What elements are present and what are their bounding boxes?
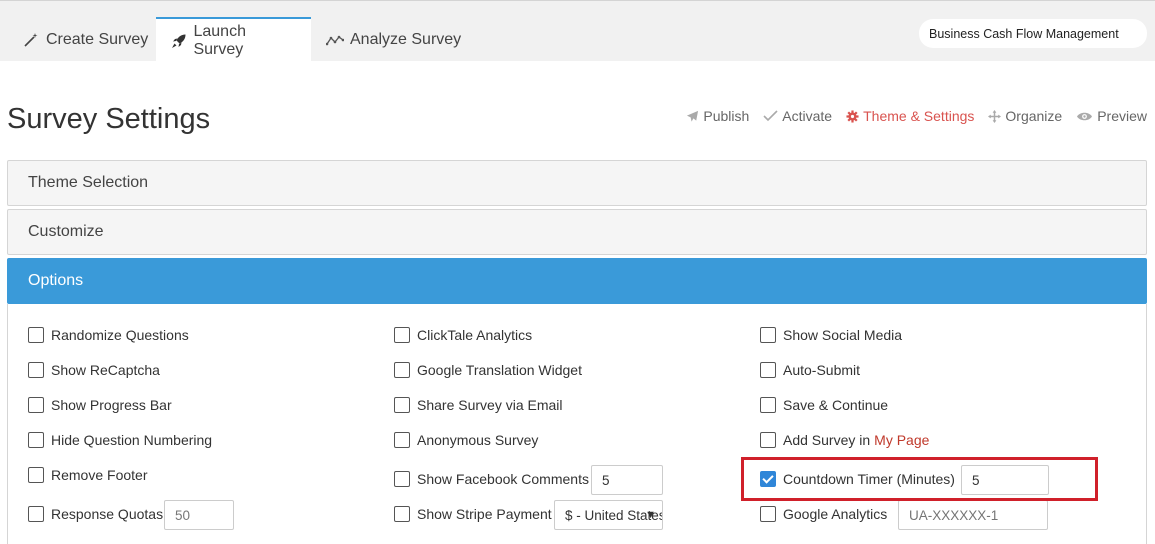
clicktale-analytics-label: ClickTale Analytics	[417, 327, 533, 343]
option-anonymous-survey: Anonymous Survey	[394, 432, 538, 448]
option-google-analytics: Google Analytics	[760, 506, 887, 522]
google-analytics-checkbox[interactable]	[760, 506, 776, 522]
randomize-questions-checkbox[interactable]	[28, 327, 44, 343]
step-preview-label: Preview	[1097, 108, 1147, 124]
response-quotas-checkbox[interactable]	[28, 506, 44, 522]
option-show-stripe-payment: Show Stripe Payment	[394, 506, 552, 522]
tab-create-survey[interactable]: Create Survey	[8, 17, 162, 62]
rocket-icon	[170, 32, 187, 50]
step-organize-label: Organize	[1005, 108, 1063, 124]
step-publish-label: Publish	[703, 108, 750, 124]
response-quotas-label: Response Quotas	[51, 506, 164, 522]
anonymous-survey-checkbox[interactable]	[394, 432, 410, 448]
step-preview[interactable]: Preview	[1076, 108, 1147, 124]
facebook-comments-input[interactable]	[591, 465, 663, 495]
show-recaptcha-checkbox[interactable]	[28, 362, 44, 378]
option-randomize-questions: Randomize Questions	[28, 327, 189, 343]
save-continue-label: Save & Continue	[783, 397, 889, 413]
stripe-currency-select[interactable]: $ - United States ▼	[554, 500, 663, 530]
step-theme-settings-label: Theme & Settings	[863, 108, 975, 124]
countdown-timer-highlight	[741, 457, 1098, 501]
option-show-progress-bar: Show Progress Bar	[28, 397, 172, 413]
save-continue-checkbox[interactable]	[760, 397, 776, 413]
step-publish[interactable]: Publish	[686, 108, 749, 124]
remove-footer-label: Remove Footer	[51, 467, 148, 483]
show-recaptcha-label: Show ReCaptcha	[51, 362, 160, 378]
tab-analyze-survey-label: Analyze Survey	[350, 30, 462, 48]
top-tab-bar: Create Survey Launch Survey Analyze Surv…	[0, 0, 1155, 62]
line-chart-icon	[326, 31, 344, 49]
remove-footer-checkbox[interactable]	[28, 467, 44, 483]
randomize-questions-label: Randomize Questions	[51, 327, 189, 343]
tab-analyze-survey[interactable]: Analyze Survey	[312, 17, 475, 62]
auto-submit-checkbox[interactable]	[760, 362, 776, 378]
move-arrows-icon	[988, 109, 1002, 123]
add-survey-in-my-page-checkbox[interactable]	[760, 432, 776, 448]
google-translation-widget-checkbox[interactable]	[394, 362, 410, 378]
option-add-survey-in-my-page: Add Survey in My Page	[760, 432, 929, 448]
option-response-quotas: Response Quotas	[28, 506, 163, 522]
paper-plane-icon	[687, 110, 699, 122]
option-show-recaptcha: Show ReCaptcha	[28, 362, 160, 378]
step-activate-label: Activate	[782, 108, 833, 124]
google-analytics-label: Google Analytics	[783, 506, 888, 522]
survey-name-badge[interactable]: Business Cash Flow Management	[919, 19, 1147, 48]
step-theme-settings[interactable]: Theme & Settings	[846, 108, 974, 124]
option-auto-submit: Auto-Submit	[760, 362, 860, 378]
google-analytics-input[interactable]	[898, 500, 1048, 530]
option-clicktale-analytics: ClickTale Analytics	[394, 327, 532, 343]
option-remove-footer: Remove Footer	[28, 467, 147, 483]
share-survey-via-email-checkbox[interactable]	[394, 397, 410, 413]
show-social-media-checkbox[interactable]	[760, 327, 776, 343]
option-hide-question-numbering: Hide Question Numbering	[28, 432, 212, 448]
show-progress-bar-checkbox[interactable]	[28, 397, 44, 413]
checkmark-icon	[763, 110, 778, 122]
gear-icon	[846, 109, 859, 123]
hide-question-numbering-checkbox[interactable]	[28, 432, 44, 448]
step-activate[interactable]: Activate	[763, 108, 832, 124]
hide-question-numbering-label: Hide Question Numbering	[51, 432, 213, 448]
page-title: Survey Settings	[7, 103, 211, 135]
google-translation-widget-label: Google Translation Widget	[417, 362, 582, 378]
option-show-social-media: Show Social Media	[760, 327, 902, 343]
option-show-facebook-comments: Show Facebook Comments	[394, 471, 589, 487]
anonymous-survey-label: Anonymous Survey	[417, 432, 539, 448]
my-page-link[interactable]: My Page	[874, 432, 929, 448]
clicktale-analytics-checkbox[interactable]	[394, 327, 410, 343]
option-google-translation-widget: Google Translation Widget	[394, 362, 582, 378]
show-facebook-comments-label: Show Facebook Comments	[417, 471, 589, 487]
magic-wand-icon	[22, 31, 40, 49]
auto-submit-label: Auto-Submit	[783, 362, 861, 378]
tab-launch-survey[interactable]: Launch Survey	[156, 17, 311, 62]
panel-options[interactable]: Options	[7, 258, 1147, 304]
tab-create-survey-label: Create Survey	[46, 30, 149, 48]
dropdown-arrow-icon: ▼	[645, 509, 656, 521]
show-facebook-comments-checkbox[interactable]	[394, 471, 410, 487]
show-stripe-payment-label: Show Stripe Payment	[417, 506, 552, 522]
option-save-continue: Save & Continue	[760, 397, 888, 413]
response-quotas-input[interactable]	[164, 500, 234, 530]
step-navigation: Publish Activate Theme & Settings Organi…	[686, 108, 1147, 124]
show-progress-bar-label: Show Progress Bar	[51, 397, 172, 413]
show-stripe-payment-checkbox[interactable]	[394, 506, 410, 522]
eye-icon	[1077, 112, 1093, 120]
panel-theme-selection[interactable]: Theme Selection	[7, 160, 1147, 206]
share-survey-via-email-label: Share Survey via Email	[417, 397, 563, 413]
step-organize[interactable]: Organize	[988, 108, 1062, 124]
show-social-media-label: Show Social Media	[783, 327, 903, 343]
panel-customize[interactable]: Customize	[7, 209, 1147, 255]
option-share-survey-via-email: Share Survey via Email	[394, 397, 563, 413]
add-survey-in-label: Add Survey in	[783, 432, 871, 448]
tab-launch-survey-label: Launch Survey	[193, 22, 246, 58]
